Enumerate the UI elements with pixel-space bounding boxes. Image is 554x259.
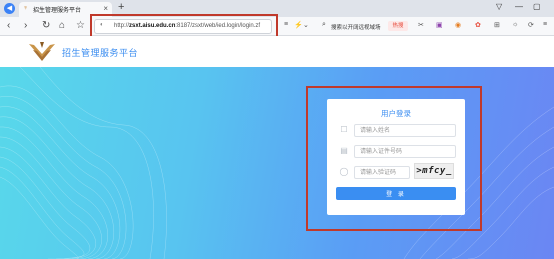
login-panel: 用户登录 ☐ ▤ ◯ >mfcy_ 登 录 (327, 99, 465, 215)
back-icon[interactable]: ‹ (7, 20, 10, 32)
profile-icon[interactable]: ✿ (475, 21, 481, 29)
more-menu-icon[interactable]: ≡ (543, 21, 547, 28)
grid-icon[interactable]: ⊞ (494, 21, 500, 29)
forward-icon[interactable]: › (24, 20, 27, 32)
id-card-icon: ▤ (340, 146, 348, 155)
lightning-icon[interactable]: ⚡ (294, 21, 303, 29)
menu-icon[interactable]: ≡ (284, 21, 288, 28)
login-button[interactable]: 登 录 (336, 187, 456, 200)
hot-badge[interactable]: 热搜 (388, 21, 408, 31)
new-tab-button[interactable]: + (118, 1, 124, 13)
cut-icon[interactable]: ✂ (418, 21, 424, 29)
name-input[interactable] (354, 124, 456, 137)
id-number-input[interactable] (354, 145, 456, 158)
settings-icon[interactable]: ☼ (512, 21, 518, 28)
tab-list-icon[interactable]: ▽ (496, 2, 502, 11)
browser-logo-icon[interactable]: ◀ (4, 3, 15, 14)
university-logo-icon[interactable] (28, 41, 56, 63)
reload-icon[interactable]: ↻ (42, 20, 50, 32)
user-icon: ☐ (340, 125, 348, 134)
captcha-image[interactable]: >mfcy_ (414, 163, 454, 179)
captcha-input[interactable] (354, 166, 410, 179)
search-icon: ⌕ (322, 21, 326, 28)
login-title: 用户登录 (381, 109, 411, 118)
star-icon[interactable]: ☆ (76, 20, 85, 32)
tab-title: 招生管理服务平台 (33, 8, 82, 14)
extensions-icon[interactable]: ⟳ (528, 21, 534, 29)
site-favicon-icon: ♆ (23, 5, 29, 12)
extension-icon[interactable]: ◉ (455, 21, 461, 29)
shield-icon: ◯ (339, 167, 349, 176)
translate-icon[interactable]: ▣ (436, 21, 443, 29)
maximize-icon[interactable]: ▢ (533, 2, 541, 11)
site-title: 招生管理服务平台 (62, 48, 139, 58)
site-header: 招生管理服务平台 (0, 36, 554, 67)
chevron-down-icon[interactable]: ⌄ (303, 21, 309, 29)
search-box[interactable]: ⌕ 搜索以开阔远视域场 (320, 20, 384, 33)
minimize-icon[interactable]: — (515, 2, 523, 11)
tab-close-icon[interactable]: × (103, 4, 108, 13)
search-placeholder: 搜索以开阔远视域场 (331, 25, 381, 31)
home-icon[interactable]: ⌂ (59, 20, 65, 32)
